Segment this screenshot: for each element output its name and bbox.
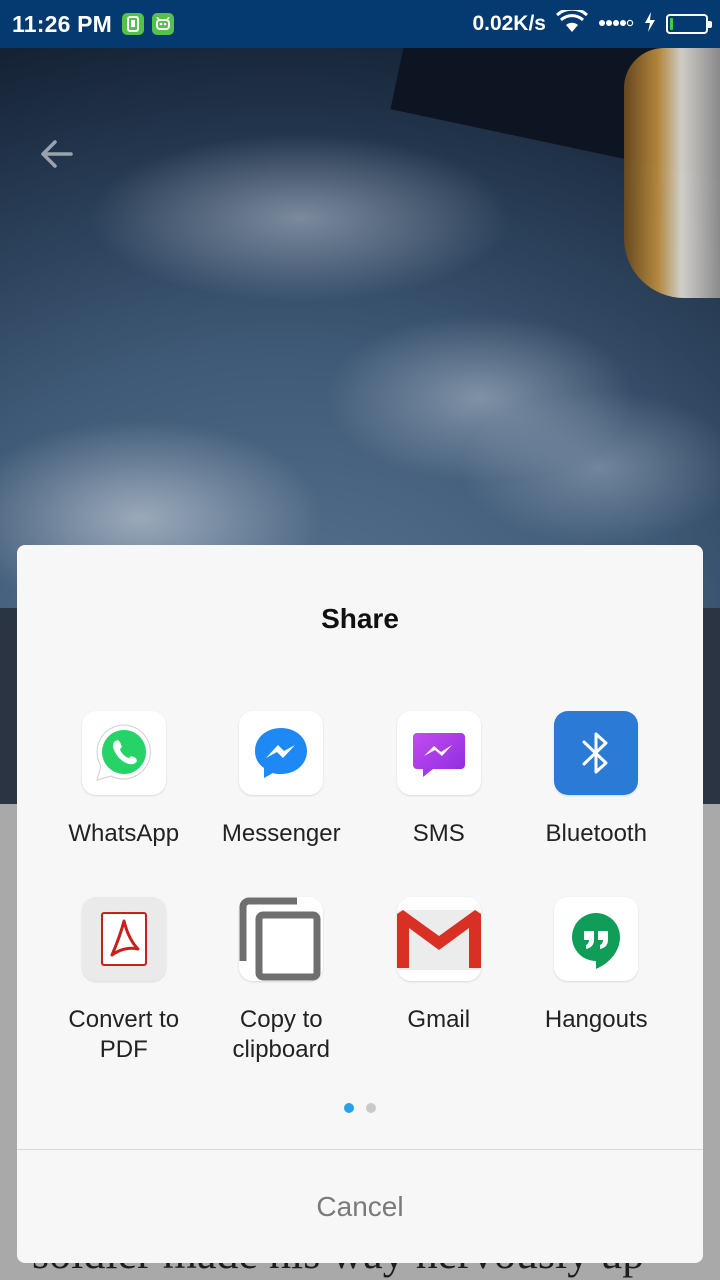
wifi-icon — [555, 7, 589, 39]
whatsapp-icon — [81, 711, 166, 795]
share-label: Messenger — [221, 820, 341, 847]
page-indicator — [17, 1103, 703, 1113]
dialog-title: Share — [321, 603, 399, 634]
share-row: Convert to PDF Copy to clipboard Gmail H… — [45, 897, 675, 1083]
messenger-icon — [239, 711, 324, 795]
network-speed: 0.02K/s — [472, 12, 546, 35]
page-dot-active[interactable] — [344, 1103, 354, 1113]
share-item-hangouts[interactable]: Hangouts — [518, 897, 676, 1083]
share-label: Hangouts — [544, 1006, 648, 1033]
clipboard-icon — [239, 897, 324, 981]
hero-image — [0, 48, 720, 608]
share-item-gmail[interactable]: Gmail — [360, 897, 518, 1083]
signal-icon — [598, 15, 634, 33]
charging-icon — [644, 11, 656, 37]
gmail-icon — [396, 897, 481, 981]
status-time: 11:26 PM — [12, 10, 113, 37]
bluetooth-icon — [554, 711, 639, 795]
share-label: Bluetooth — [545, 820, 647, 847]
battery-icon — [666, 14, 712, 34]
share-dialog: Share WhatsApp Messenger SMS Bluetooth C… — [17, 545, 703, 1263]
pdf-icon — [81, 897, 166, 981]
android-notification-icon — [152, 13, 175, 35]
hangouts-icon — [554, 897, 639, 981]
share-item-copy-to-clipboard[interactable]: Copy to clipboard — [203, 897, 361, 1083]
share-label: Convert to PDF — [68, 1006, 180, 1063]
back-arrow-icon[interactable] — [34, 132, 78, 176]
share-label: Gmail — [407, 1006, 471, 1033]
share-item-whatsapp[interactable]: WhatsApp — [45, 711, 203, 897]
battery-fill — [670, 18, 673, 30]
share-label: WhatsApp — [68, 820, 180, 847]
app-notification-icon — [122, 13, 145, 35]
share-label: Copy to clipboard — [232, 1006, 330, 1063]
share-item-sms[interactable]: SMS — [360, 711, 518, 897]
share-label: SMS — [412, 820, 465, 847]
status-bar: 11:26 PM 0.02K/s — [0, 0, 720, 48]
share-item-messenger[interactable]: Messenger — [203, 711, 361, 897]
page-dot[interactable] — [366, 1103, 376, 1113]
share-app-grid: WhatsApp Messenger SMS Bluetooth Convert… — [45, 711, 675, 1083]
satellite-graphic — [624, 48, 720, 298]
status-indicators: 0.02K/s — [472, 7, 712, 39]
cancel-button[interactable]: Cancel — [17, 1150, 703, 1263]
share-row: WhatsApp Messenger SMS Bluetooth — [45, 711, 675, 897]
share-item-convert-to-pdf[interactable]: Convert to PDF — [45, 897, 203, 1083]
sms-icon — [396, 711, 481, 795]
share-item-bluetooth[interactable]: Bluetooth — [518, 711, 676, 897]
